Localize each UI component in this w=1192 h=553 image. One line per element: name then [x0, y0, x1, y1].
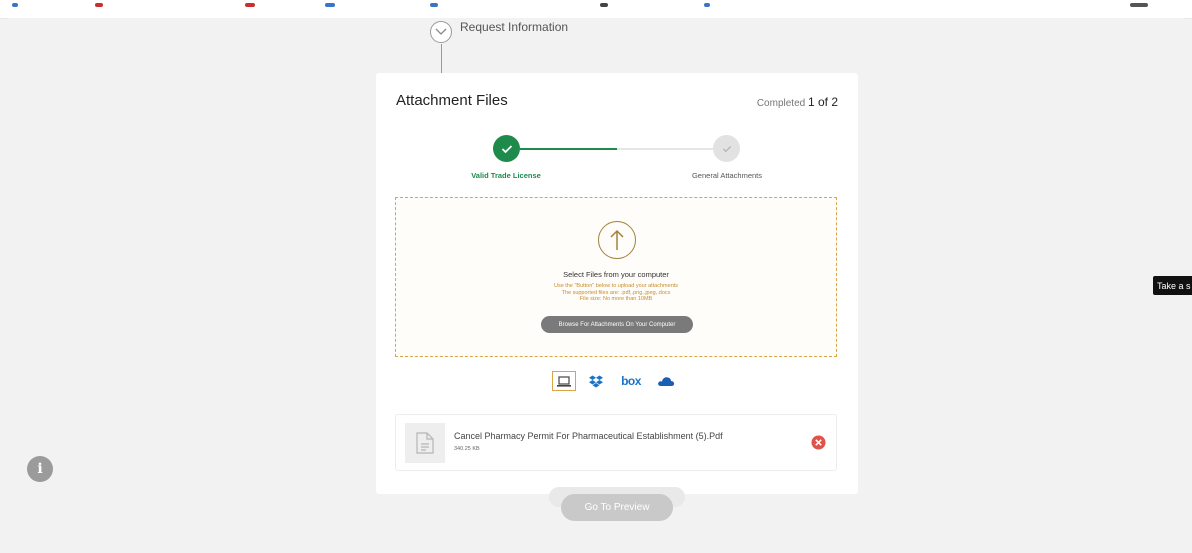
step-label-valid-trade-license: Valid Trade License [471, 171, 541, 180]
onedrive-cloud-icon [658, 376, 675, 386]
screenshot-tooltip: Take a s [1153, 276, 1192, 295]
checkmark-icon [501, 144, 512, 153]
stepper-line-pending [617, 148, 713, 150]
browse-attachments-button[interactable]: Browse For Attachments On Your Computer [541, 316, 693, 333]
progress-connector-line [441, 44, 442, 73]
upload-source-picker: box [552, 371, 678, 391]
dropzone-hint: Use the "Button" below to upload your at… [396, 283, 836, 303]
box-source-button[interactable]: box [616, 371, 646, 391]
stepper-line-complete [520, 148, 617, 150]
laptop-icon [557, 375, 571, 387]
toolbar-icon[interactable] [95, 3, 103, 7]
step-valid-trade-license[interactable] [493, 135, 520, 162]
dropbox-source-button[interactable] [584, 371, 608, 391]
uploaded-file-item: Cancel Pharmacy Permit For Pharmaceutica… [395, 414, 837, 471]
toolbar-icon[interactable] [430, 3, 438, 7]
onedrive-source-button[interactable] [654, 371, 678, 391]
toolbar-icon[interactable] [12, 3, 18, 7]
close-circle-icon [811, 435, 826, 450]
step-general-attachments[interactable] [713, 135, 740, 162]
checkmark-icon [722, 145, 731, 152]
progress-step-request-information[interactable]: Request Information [430, 20, 569, 43]
computer-source-button[interactable] [552, 371, 576, 391]
remove-file-button[interactable] [811, 435, 826, 450]
dropzone-hint-line: File size: No more than 10MB [579, 296, 653, 302]
go-to-preview-button[interactable]: Go To Preview [561, 494, 673, 521]
file-dropzone[interactable]: Select Files from your computer Use the … [395, 197, 837, 357]
info-icon[interactable]: i [27, 456, 53, 482]
chevron-down-icon[interactable] [430, 21, 452, 43]
browser-toolbar-strip [0, 0, 1192, 19]
dropbox-icon [589, 375, 603, 387]
upload-arrow-icon [598, 221, 636, 259]
card-title: Attachment Files [396, 92, 508, 109]
toolbar-icon[interactable] [704, 3, 710, 7]
completed-label: Completed [756, 98, 806, 109]
toolbar-icon[interactable] [325, 3, 335, 7]
completed-count: 1 of 2 [807, 95, 838, 109]
attachment-files-card: Attachment Files Completed 1 of 2 Valid … [376, 73, 858, 494]
document-file-icon [405, 423, 445, 463]
toolbar-icon[interactable] [1130, 3, 1148, 7]
toolbar-icon[interactable] [600, 3, 608, 7]
dropzone-title: Select Files from your computer [563, 270, 669, 279]
step-label-general-attachments: General Attachments [691, 171, 763, 180]
file-size: 340.25 KB [454, 446, 480, 452]
request-information-label: Request Information [460, 20, 569, 34]
file-name: Cancel Pharmacy Permit For Pharmaceutica… [454, 431, 723, 441]
toolbar-icon[interactable] [245, 3, 255, 7]
box-logo-icon: box [621, 374, 641, 388]
completion-status: Completed 1 of 2 [757, 95, 838, 109]
